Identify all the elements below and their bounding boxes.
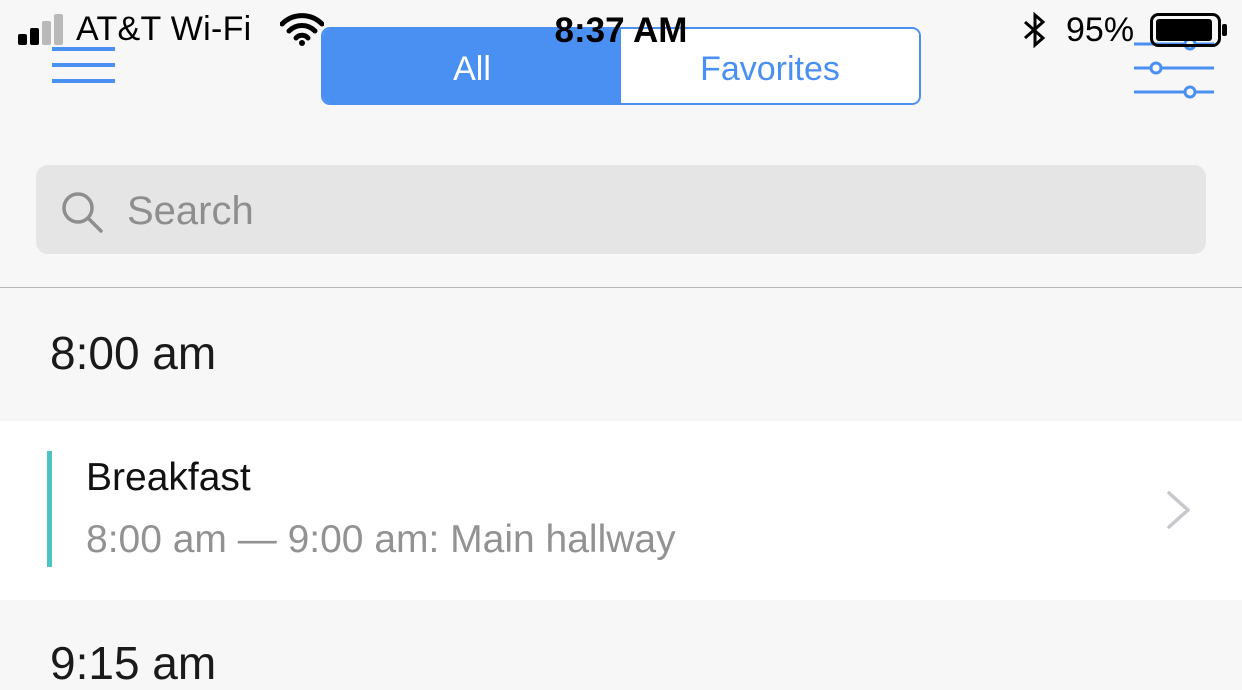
event-title: Breakfast (86, 456, 251, 499)
status-bar: AT&T Wi-Fi 8:37 AM 95% (0, 0, 1242, 62)
battery-icon (1150, 13, 1227, 47)
wifi-icon (280, 13, 324, 46)
event-time-location: 8:00 am — 9:00 am: Main hallway (86, 518, 676, 561)
event-row-breakfast[interactable]: Breakfast 8:00 am — 9:00 am: Main hallwa… (0, 421, 1242, 600)
bluetooth-icon (1024, 12, 1046, 48)
section-header-time: 8:00 am (50, 327, 217, 379)
chevron-right-icon (1167, 491, 1190, 529)
magnifier-icon (62, 192, 103, 233)
cellular-signal-icon (18, 14, 63, 45)
event-accent-bar (47, 451, 52, 567)
search-input[interactable] (127, 183, 1187, 239)
header-divider (0, 287, 1242, 288)
carrier-label: AT&T Wi-Fi (76, 10, 252, 48)
section-header-time: 9:15 am (50, 637, 217, 689)
battery-percentage: 95% (1066, 11, 1135, 49)
